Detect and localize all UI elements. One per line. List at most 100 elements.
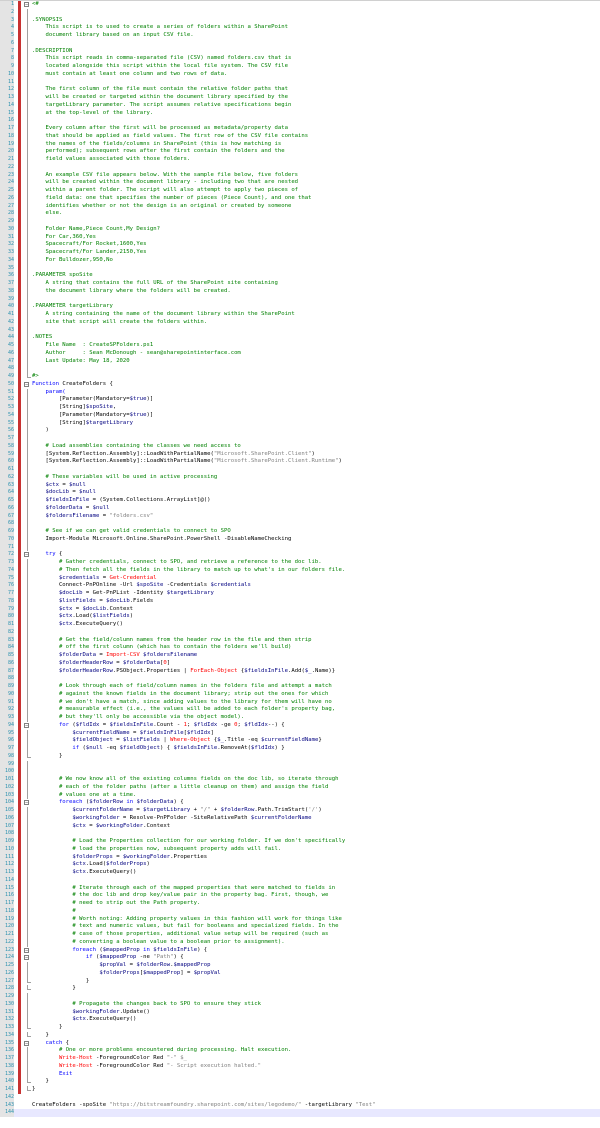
code-line[interactable]: 112 $ctx.Load($folderProps) [0, 861, 600, 869]
code-line[interactable]: 108 [0, 830, 600, 838]
code-line[interactable]: 136 # One or more problems encountered d… [0, 1047, 600, 1055]
code-line[interactable]: 70 Import-Module Microsoft.Online.ShareP… [0, 535, 600, 544]
code-line[interactable]: 29 [0, 218, 600, 226]
code-line[interactable]: 40 .PARAMETER targetLibrary [0, 303, 600, 311]
fold-toggle-icon[interactable]: − [24, 1040, 30, 1048]
code-line[interactable]: 25 within a parent folder. The script wi… [0, 187, 600, 195]
code-line[interactable]: 41 A string containing the name of the d… [0, 311, 600, 319]
code-line[interactable]: 3 .SYNOPSIS [0, 16, 600, 25]
code-line[interactable]: 104 − foreach ($folderRow in $folderData)… [0, 799, 600, 807]
code-line[interactable]: 96 $fieldObject = $listFields | Where-Ob… [0, 737, 600, 745]
code-line[interactable]: 26 field data: one that specifies the nu… [0, 194, 600, 203]
code-line[interactable]: 86 $folderHeaderRow = $folderData[0] [0, 659, 600, 668]
code-line[interactable]: 20 performed); subsequent rows after the… [0, 148, 600, 156]
code-line[interactable]: 125 $propVal = $folderRow.$mappedProp [0, 962, 600, 970]
minus-icon[interactable]: − [24, 552, 29, 558]
minus-icon[interactable]: − [24, 947, 29, 953]
code-line[interactable]: 116 # the doc lib and drop key/value pai… [0, 892, 600, 900]
code-line[interactable]: 34 For Bulldozer,950,No [0, 256, 600, 265]
code-line[interactable]: 56 ) [0, 427, 600, 435]
code-line[interactable]: 50 − Function CreateFolders { [0, 380, 600, 389]
code-line[interactable]: 135 − catch { [0, 1039, 600, 1048]
code-line[interactable]: 138 Write-Host -ForegroundColor Red "- S… [0, 1062, 600, 1071]
code-line[interactable]: 66 $folderData = $null [0, 504, 600, 513]
minus-icon[interactable]: − [24, 955, 29, 961]
code-line[interactable]: 16 [0, 117, 600, 125]
code-line[interactable]: 101 # We now know all of the existing co… [0, 776, 600, 784]
code-line[interactable]: 76 Connect-PnPOnline -Url $spoSite -Cred… [0, 582, 600, 590]
code-line[interactable]: 69 # See if we can get valid credentials… [0, 528, 600, 536]
code-line[interactable]: 31 For Car,360,Yes [0, 233, 600, 242]
code-line[interactable]: 84 # off the first column (which has to … [0, 644, 600, 652]
code-line[interactable]: 74 # Then fetch all the fields in the li… [0, 566, 600, 575]
code-line[interactable]: 11 [0, 78, 600, 87]
code-line[interactable]: 38 the document library where the folder… [0, 287, 600, 296]
code-line[interactable]: 51 param( [0, 388, 600, 397]
code-line[interactable]: 32 Spacecraft/For Rocket,1600,Yes [0, 241, 600, 249]
code-line[interactable]: 140 } [0, 1078, 600, 1086]
code-line[interactable]: 64 $docLib = $null [0, 489, 600, 497]
code-line[interactable]: 133 } [0, 1024, 600, 1032]
code-line[interactable]: 113 $ctx.ExecuteQuery() [0, 869, 600, 877]
code-line[interactable]: 4 This script is to used to create a ser… [0, 24, 600, 32]
code-line[interactable]: 9 located alongside this script within t… [0, 63, 600, 71]
code-line[interactable]: 128 } [0, 985, 600, 993]
code-line[interactable]: 120 # text and numeric values, but fail … [0, 923, 600, 931]
fold-toggle-icon[interactable]: − [24, 551, 30, 559]
code-line[interactable]: 53 [String]$spoSite, [0, 404, 600, 412]
code-line[interactable]: 77 $docLib = Get-PnPList -Identity $targ… [0, 590, 600, 598]
code-line[interactable]: 52 [Parameter(Mandatory=$true)] [0, 396, 600, 404]
code-line[interactable]: 94− for ($fldIdx = $fieldsInFile.Count -… [0, 721, 600, 730]
code-line[interactable]: 137 Write-Host -ForegroundColor Red "-" … [0, 1055, 600, 1063]
code-line[interactable]: 28 else. [0, 210, 600, 218]
code-line[interactable]: 30 Folder Name,Piece Count,My Design? [0, 225, 600, 234]
code-line[interactable]: 87 $folderHeaderRow.PSObject.Properties … [0, 667, 600, 676]
code-line[interactable]: 82 [0, 628, 600, 637]
code-line[interactable]: 62 # These variables will be used in act… [0, 473, 600, 482]
code-line[interactable]: 36 .PARAMETER spoSite [0, 272, 600, 280]
code-line[interactable]: 102 # each of the folder paths (after a … [0, 783, 600, 792]
code-line[interactable]: 111 $folderProps = $workingFolder.Proper… [0, 853, 600, 862]
minus-icon[interactable]: − [24, 381, 29, 387]
code-line[interactable]: 13 will be created or targeted within th… [0, 94, 600, 102]
code-line[interactable]: 95 $currentFieldName = $fieldsInFile[$fl… [0, 729, 600, 738]
code-line[interactable]: 83 # Get the field/column names from the… [0, 636, 600, 645]
code-line[interactable]: 126 $folderProps[$mappedProp] = $propVal [0, 969, 600, 978]
code-line[interactable]: 48 [0, 365, 600, 373]
code-line[interactable]: 49 #> [0, 373, 600, 381]
code-line[interactable]: 118 # [0, 907, 600, 916]
code-line[interactable]: 6 [0, 39, 600, 48]
code-line[interactable]: 141} [0, 1086, 600, 1094]
code-line[interactable]: 15 at the top-level of the library. [0, 109, 600, 118]
code-line[interactable]: 88 [0, 675, 600, 683]
code-line[interactable]: 2 [0, 8, 600, 17]
code-line[interactable]: 17 Every column after the first will be … [0, 125, 600, 133]
code-line[interactable]: 37 A string that contains the full URL o… [0, 280, 600, 288]
code-line[interactable]: 134 } [0, 1031, 600, 1040]
code-line[interactable]: 60 [System.Reflection.Assembly]::LoadWit… [0, 458, 600, 466]
code-line[interactable]: 54 [Parameter(Mandatory=$true)] [0, 411, 600, 420]
fold-toggle-icon[interactable]: − [24, 954, 30, 962]
code-line[interactable]: 65 $fieldsInFile = (System.Collections.A… [0, 497, 600, 505]
code-line[interactable]: 7 .DESCRIPTION [0, 47, 600, 56]
code-line[interactable]: 19 the names of the fields/columns in Sh… [0, 140, 600, 149]
code-line[interactable]: 119 # Worth noting: Adding property valu… [0, 915, 600, 924]
code-line[interactable]: 63 $ctx = $null [0, 481, 600, 490]
code-line[interactable]: 127 } [0, 977, 600, 986]
code-line[interactable]: 99 [0, 760, 600, 769]
code-editor[interactable]: 1− <# 2 3 .SYNOPSIS 4 This script is to used … [0, 0, 600, 1128]
code-line[interactable]: 33 Spacecraft/For Lander,2150,Yes [0, 249, 600, 257]
code-line[interactable]: 10 must contain at least one column and … [0, 70, 600, 79]
code-line[interactable]: 67 $foldersFilename = "folders.csv" [0, 512, 600, 521]
code-line[interactable]: 42 site that script will create the fold… [0, 318, 600, 327]
code-line[interactable]: 121 # case of those properties, addition… [0, 931, 600, 939]
code-line[interactable]: 24 will be created within the document l… [0, 179, 600, 187]
code-line[interactable]: 100 [0, 768, 600, 776]
code-line[interactable]: 18 that should be applied as field value… [0, 132, 600, 141]
code-line[interactable]: 22 [0, 163, 600, 172]
code-line[interactable]: 89 # Look through each of field/column n… [0, 683, 600, 691]
fold-toggle-icon[interactable]: − [24, 947, 30, 955]
code-line[interactable]: 45 File Name : CreateSPFolders.ps1 [0, 342, 600, 350]
code-line[interactable]: 123 − foreach ($mappedProp in $fieldsInFi… [0, 946, 600, 955]
code-line[interactable]: 47 Last Update: May 18, 2020 [0, 357, 600, 366]
